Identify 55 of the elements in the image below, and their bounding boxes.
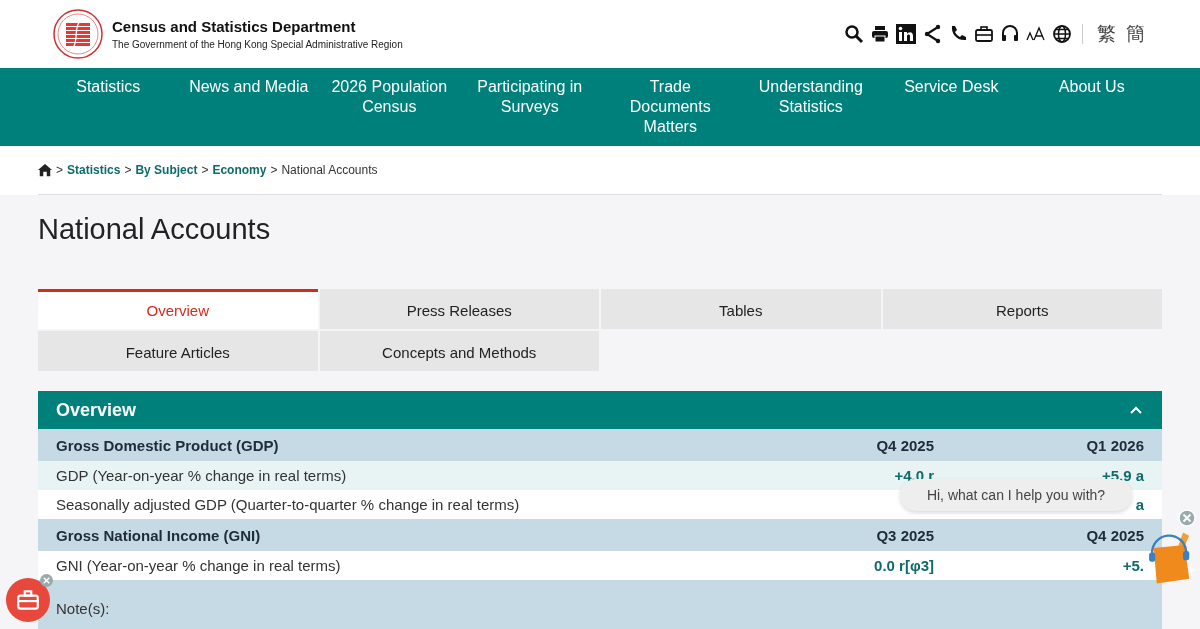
- table-cell: Q3 2025: [876, 526, 934, 544]
- table-cell: Q4 2025: [1086, 526, 1144, 544]
- nav-link[interactable]: Understanding Statistics: [740, 68, 881, 146]
- nav-link[interactable]: Trade Documents Matters: [600, 68, 741, 146]
- site-title: Census and Statistics Department: [112, 18, 357, 35]
- close-icon[interactable]: [40, 574, 53, 587]
- language-link[interactable]: 繁: [1097, 21, 1116, 47]
- tab[interactable]: Tables: [601, 289, 881, 329]
- print-icon[interactable]: [870, 24, 890, 44]
- table-cell: GDP (Year-on-year % change in real terms): [56, 467, 347, 484]
- panel-header[interactable]: Overview: [38, 391, 1162, 429]
- table-cell: GNI (Year-on-year % change in real terms): [56, 557, 341, 574]
- briefcase-icon[interactable]: [974, 24, 994, 44]
- nav-link[interactable]: 2026 Population Census: [319, 68, 460, 146]
- table-cell: Q1 2026: [1086, 436, 1144, 454]
- table-cell: Gross National Income (GNI): [56, 526, 261, 544]
- panel-title: Overview: [56, 399, 137, 421]
- nav-link[interactable]: News and Media: [178, 68, 319, 146]
- table-cell: Q4 2025: [876, 436, 934, 454]
- breadcrumb-separator: >: [201, 163, 209, 177]
- tab[interactable]: Concepts and Methods: [319, 331, 599, 371]
- department-logo[interactable]: [52, 8, 104, 60]
- breadcrumb-link[interactable]: By Subject: [135, 163, 198, 177]
- tab[interactable]: Feature Articles: [38, 331, 318, 371]
- nav-link[interactable]: Participating in Surveys: [459, 68, 600, 146]
- toolbox-icon: [15, 587, 41, 613]
- breadcrumb-link[interactable]: Economy: [212, 163, 267, 177]
- table-cell: Seasonally adjusted GDP (Quarter-to-quarter % change in real terms): [56, 496, 520, 513]
- headset-icon[interactable]: [1000, 24, 1020, 44]
- breadcrumb-separator: >: [124, 163, 132, 177]
- search-icon[interactable]: [844, 24, 864, 44]
- nav-link[interactable]: Service Desk: [881, 68, 1022, 146]
- chevron-icon[interactable]: [1130, 406, 1142, 414]
- nav-link[interactable]: Statistics: [38, 68, 179, 146]
- toolbox-button[interactable]: [6, 578, 50, 622]
- breadcrumb-separator: >: [270, 163, 278, 177]
- nav-link[interactable]: About Us: [1021, 68, 1162, 146]
- breadcrumb-link[interactable]: Statistics: [67, 163, 121, 177]
- linkedin-icon[interactable]: [896, 24, 916, 44]
- table-cell: +5.: [1122, 557, 1144, 574]
- tab[interactable]: Reports: [882, 289, 1162, 329]
- table-cell: 0.0 r[φ3]: [874, 557, 934, 574]
- share-icon[interactable]: [922, 24, 942, 44]
- globe-icon[interactable]: [1052, 24, 1072, 44]
- table-cell: a: [1135, 496, 1144, 513]
- site-subtitle: The Government of the Hong Kong Special Administrative Region: [112, 39, 403, 50]
- language-link[interactable]: 簡: [1126, 21, 1145, 47]
- page-title: National Accounts: [38, 213, 272, 246]
- breadcrumb-current: National Accounts: [281, 163, 378, 177]
- home-icon[interactable]: [38, 163, 52, 177]
- tab[interactable]: Press Releases: [319, 289, 599, 329]
- tab[interactable]: Overview: [38, 289, 318, 329]
- breadcrumb-separator: >: [56, 163, 63, 177]
- table-cell: Gross Domestic Product (GDP): [56, 436, 279, 454]
- notes-label: Note(s):: [56, 600, 110, 617]
